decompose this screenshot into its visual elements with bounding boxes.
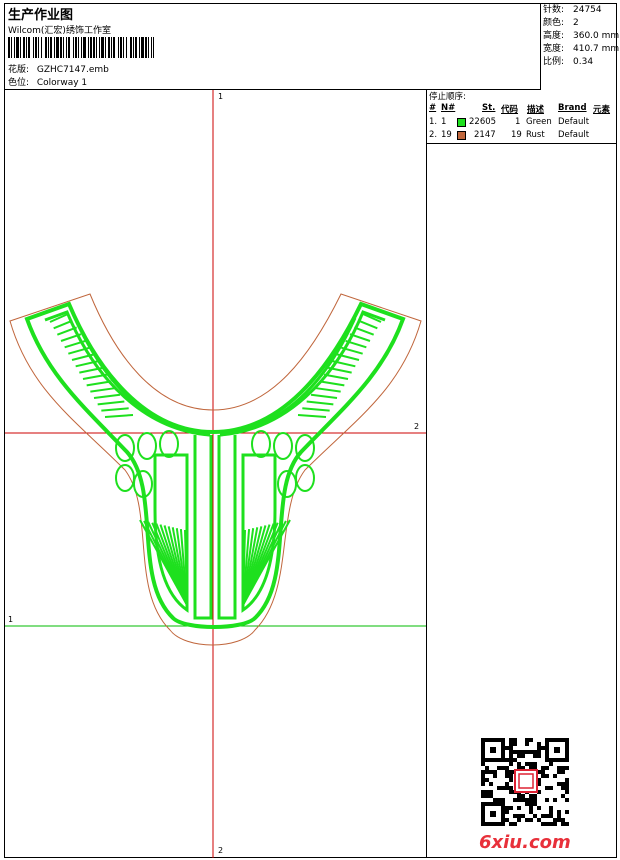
satin-stitch-line: [97, 400, 125, 406]
stat-value: 360.0 mm: [573, 31, 620, 41]
row-code: 1: [515, 117, 521, 127]
col-n: N#: [441, 103, 456, 113]
row-n: 19: [441, 130, 452, 140]
stat-colors: 颜色: 2: [541, 17, 616, 30]
row-index: 2.: [429, 130, 438, 140]
row-description: Rust: [526, 130, 545, 140]
watermark: 6xiu.com: [479, 832, 571, 853]
green-embroidery: [24, 301, 406, 629]
col-element: 元素: [593, 105, 611, 115]
petal-motif: [159, 430, 179, 458]
row-stitches: 2147: [474, 130, 496, 140]
row-stitches: 22605: [469, 117, 497, 127]
stat-label: 针数:: [543, 5, 565, 15]
satin-stitch-line: [315, 387, 341, 393]
stat-height: 高度: 360.0 mm: [541, 30, 620, 43]
row-code: 19: [511, 130, 522, 140]
satin-stitch-line: [90, 387, 116, 393]
petal-motif: [251, 430, 271, 458]
stat-stitches: 针数: 24754: [541, 4, 616, 17]
stat-label: 比例:: [543, 57, 565, 67]
colorway-row: 色位: Colorway 1: [8, 75, 87, 88]
axis-label-top: 1: [218, 92, 224, 101]
col-brand: Brand: [558, 103, 587, 113]
row-brand: Default: [558, 130, 590, 140]
stat-value: 410.7 mm: [573, 44, 620, 54]
design-file-value: GZHC7147.emb: [36, 65, 109, 75]
col-description: 描述: [527, 105, 545, 115]
petal-motif: [273, 432, 293, 460]
satin-stitch-line: [56, 326, 78, 336]
satin-fill-right: [297, 313, 382, 418]
color-swatch: [457, 118, 466, 127]
stat-label: 颜色:: [543, 18, 565, 28]
petal-motif: [137, 432, 157, 460]
col-index: #: [429, 103, 437, 113]
rust-outline: [9, 293, 422, 646]
petal-motif: [115, 464, 135, 492]
color-sequence-panel: 停止顺序: # N# St. 代码 描述 Brand 元素 1. 1 22605…: [427, 90, 617, 144]
satin-stitch-line: [302, 407, 330, 412]
design-file-label: 花版:: [8, 65, 30, 75]
stat-label: 宽度:: [543, 44, 565, 54]
satin-stitch-line: [310, 393, 338, 399]
qr-code: [481, 738, 569, 826]
design-preview: 1 2 2 1: [5, 90, 427, 858]
color-swatch: [457, 131, 466, 140]
axis-label-bottom: 2: [218, 846, 224, 855]
petal-motifs-left: [115, 430, 179, 498]
worksheet: 生产作业图 Wilcom(汇宏)绣饰工作室 花版: GZHC7147.emb 色…: [4, 3, 620, 858]
page-title: 生产作业图: [8, 8, 74, 23]
col-stitches: St.: [482, 103, 496, 113]
petal-motif: [295, 464, 315, 492]
stat-value: 0.34: [573, 57, 594, 67]
company-name: Wilcom(汇宏)绣饰工作室: [8, 26, 111, 36]
colorway-value: Colorway 1: [36, 78, 88, 88]
row-brand: Default: [558, 117, 590, 127]
col-code: 代码: [501, 105, 519, 115]
stat-value: 24754: [573, 5, 602, 15]
satin-stitch-line: [53, 319, 73, 330]
satin-stitch-line: [86, 380, 112, 387]
row-n: 1: [441, 117, 447, 127]
axis-label-right: 2: [414, 422, 420, 431]
satin-stitch-line: [93, 393, 121, 399]
petal-motifs-right: [251, 430, 315, 498]
header-panel: 生产作业图 Wilcom(汇宏)绣饰工作室 花版: GZHC7147.emb 色…: [5, 4, 541, 90]
embroidery-drawing: [5, 90, 426, 858]
stat-width: 宽度: 410.7 mm: [541, 43, 620, 56]
stats-panel: 针数: 24754 颜色: 2 高度: 360.0 mm 宽度: 410.7 mm 比例…: [541, 4, 620, 74]
satin-stitch-line: [306, 400, 334, 406]
axis-label-left: 1: [8, 615, 14, 624]
stat-label: 高度:: [543, 31, 565, 41]
colorway-label: 色位:: [8, 78, 30, 88]
satin-stitch-line: [104, 414, 134, 418]
barcode: [8, 37, 154, 58]
stat-value: 2: [573, 18, 579, 28]
satin-stitch-line: [353, 326, 375, 336]
design-file-row: 花版: GZHC7147.emb: [8, 62, 109, 75]
satin-stitch-line: [319, 380, 345, 387]
stat-scale: 比例: 0.34: [541, 56, 616, 69]
satin-stitch-line: [297, 414, 327, 418]
color-sequence-title: 停止顺序:: [429, 92, 466, 102]
color-sequence-header: # N# St. 代码 描述 Brand 元素: [427, 103, 617, 115]
row-description: Green: [526, 117, 552, 127]
color-row: 1. 1 22605 1 Green Default: [427, 117, 617, 129]
color-row: 2. 19 2147 19 Rust Default: [427, 130, 617, 142]
satin-stitch-line: [101, 407, 129, 412]
satin-stitch-line: [358, 319, 378, 330]
row-index: 1.: [429, 117, 438, 127]
satin-stitch-line: [349, 333, 371, 342]
satin-fill-inner: [139, 519, 291, 606]
satin-stitch-line: [323, 373, 349, 380]
satin-fill-left: [49, 313, 134, 418]
